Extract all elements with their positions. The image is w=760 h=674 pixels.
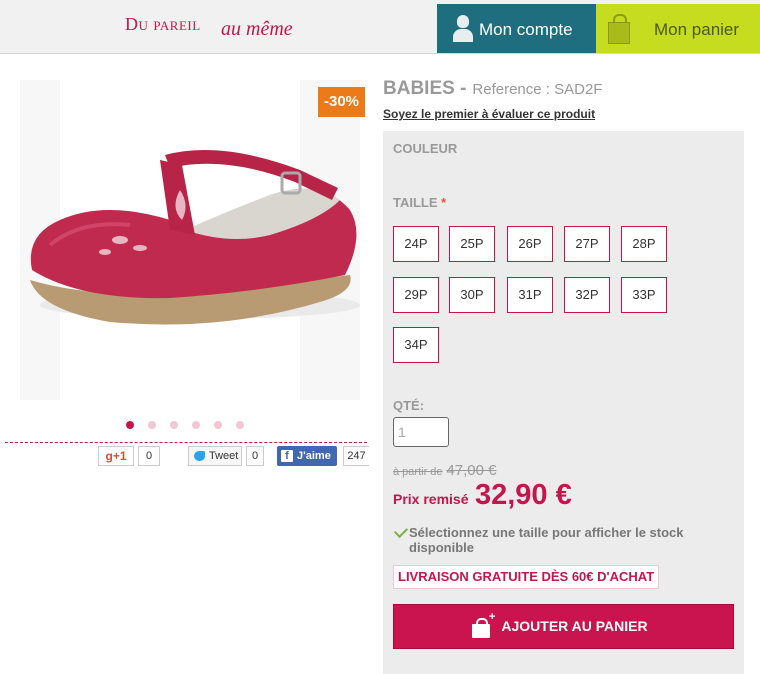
size-option-27P[interactable]: 27P [564,226,610,262]
tweet-label: Tweet [209,450,239,462]
account-button[interactable]: Mon compte [437,4,596,53]
carousel-dot[interactable] [236,421,244,429]
basket-label: Mon panier [654,20,740,39]
tweet-count: 0 [246,446,264,466]
shopping-bag-icon [608,14,630,44]
stock-text: Sélectionnez une taille pour afficher le… [409,525,684,555]
product-title: BABIES - Reference : SAD2F [383,78,602,100]
shopping-bag-plus-icon: + [472,612,495,638]
price-value: 32,90 € [474,479,572,511]
size-label-wrap: TAILLE * [393,195,446,210]
quantity-input[interactable]: 1 [393,417,449,447]
review-link[interactable]: Soyez le premier à évaluer ce produit [383,107,595,121]
price-label: Prix remisé [393,491,469,507]
size-option-34P[interactable]: 34P [393,327,439,363]
old-price-prefix: à partir de [393,466,443,478]
options-panel: COULEUR TAILLE * 24P 25P 26P 27P 28P 29P… [383,131,744,674]
discount-badge: -30% [318,87,365,117]
product-reference: Reference : SAD2F [472,81,603,98]
user-icon [453,15,473,43]
size-option-30P[interactable]: 30P [449,277,495,313]
stock-message: Sélectionnez une taille pour afficher le… [393,523,725,555]
like-label: J'aime [297,450,331,462]
size-option-25P[interactable]: 25P [449,226,495,262]
divider [5,442,367,443]
size-option-26P[interactable]: 26P [507,226,553,262]
carousel-dot[interactable] [192,421,200,429]
site-header: Du pareil au même Mon compte Mon panier [0,0,760,54]
size-option-32P[interactable]: 32P [564,277,610,313]
qty-label: QTÉ: [393,398,425,413]
size-option-31P[interactable]: 31P [507,277,553,313]
twitter-bird-icon [194,451,205,461]
add-to-cart-button[interactable]: + AJOUTER AU PANIER [393,604,734,649]
gplus-count: 0 [138,446,160,466]
required-marker: * [441,195,447,210]
carousel-dot[interactable] [214,421,222,429]
color-label: COULEUR [393,141,458,156]
free-shipping-banner: LIVRAISON GRATUITE DÈS 60€ D'ACHAT [393,565,660,589]
carousel-dots[interactable] [126,421,244,431]
shoe-image [20,80,360,400]
size-option-24P[interactable]: 24P [393,226,439,262]
facebook-icon: f [281,450,293,462]
size-label: TAILLE [393,195,438,210]
old-price-value: 47,00 € [446,462,497,479]
product-image-area[interactable] [20,70,370,410]
tweet-button[interactable]: Tweet [188,446,242,466]
size-option-28P[interactable]: 28P [621,226,667,262]
add-to-cart-label: AJOUTER AU PANIER [501,618,648,634]
account-label: Mon compte [479,20,573,39]
facebook-like-button[interactable]: f J'aime [277,446,337,466]
basket-button[interactable]: Mon panier [596,4,760,53]
size-option-29P[interactable]: 29P [393,277,439,313]
carousel-dot[interactable] [148,421,156,429]
product-brand: BABIES - [383,78,467,99]
logo-text-main: Du pareil [125,14,201,34]
like-count: 247 [343,446,369,466]
logo-text-script: au même [221,18,293,40]
carousel-dot[interactable] [170,421,178,429]
old-price: à partir de 47,00 € [393,462,496,479]
size-option-33P[interactable]: 33P [621,277,667,313]
check-icon [393,523,409,539]
gplus-button[interactable]: g+1 [98,446,134,466]
carousel-dot[interactable] [126,421,134,429]
current-price: Prix remisé 32,90 € [393,479,572,512]
